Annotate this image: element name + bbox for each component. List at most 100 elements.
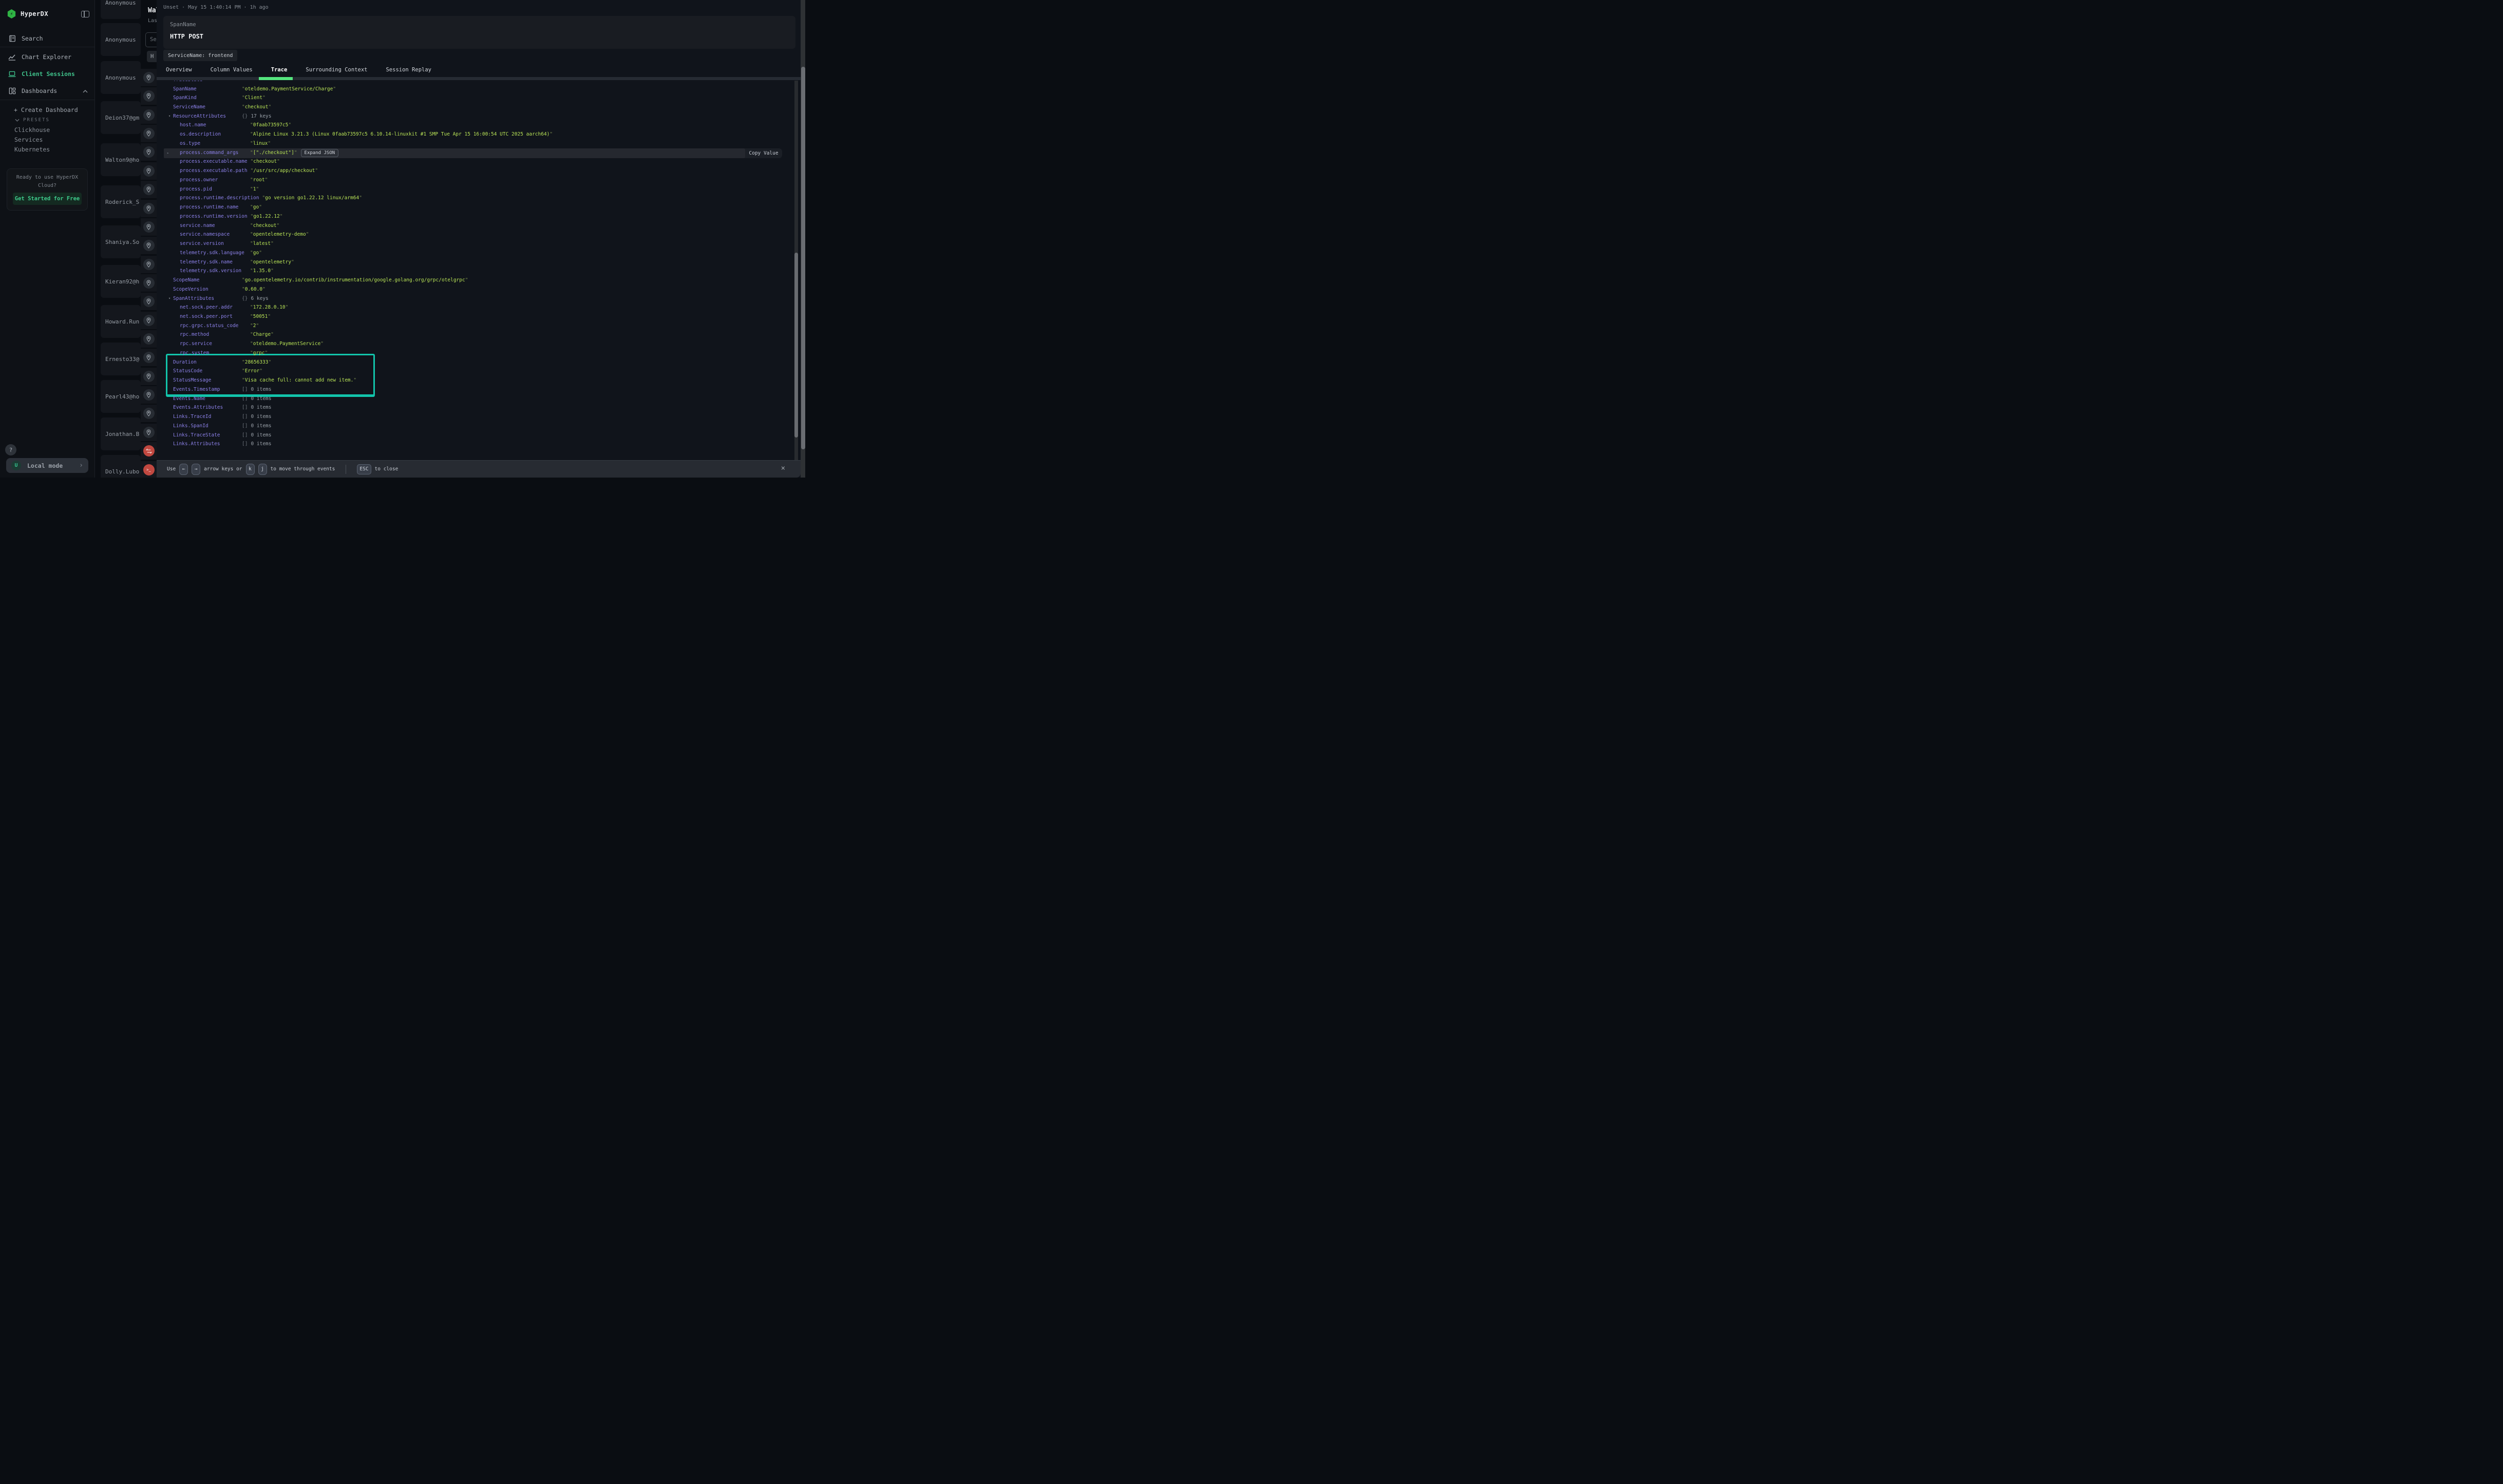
event-marker-cell[interactable] [141, 87, 157, 105]
event-marker-cell[interactable] [141, 274, 157, 292]
session-list-item[interactable]: Kieran92@h [101, 265, 141, 298]
tab-session-replay[interactable]: Session Replay [386, 67, 431, 78]
event-marker-cell[interactable] [141, 330, 157, 348]
event-marker-cell[interactable] [141, 405, 157, 422]
tab-column-values[interactable]: Column Values [211, 67, 253, 78]
sidebar-item-clickhouse[interactable]: Clickhouse [14, 126, 50, 134]
attribute-row[interactable]: service.version"latest" [157, 239, 795, 249]
event-marker-cell[interactable] [141, 386, 157, 404]
table-scrollbar-thumb[interactable] [794, 253, 798, 437]
attribute-row[interactable]: process.runtime.description"go version g… [157, 194, 795, 203]
attribute-row[interactable]: ▸process.command_args"["./checkout"]"Exp… [164, 148, 745, 158]
attribute-row[interactable]: Events.Timestamp[]0 items [157, 385, 795, 394]
sidebar-item-services[interactable]: Services [14, 136, 43, 143]
search-input[interactable]: Sea [145, 32, 157, 47]
event-marker-cell[interactable] [141, 256, 157, 273]
attribute-row[interactable]: process.executable.name"checkout" [157, 157, 795, 166]
close-icon[interactable]: × [781, 464, 785, 472]
session-list-item[interactable]: Ernesto33@ [101, 343, 141, 375]
session-list-item[interactable]: Deion37@gm [101, 101, 141, 134]
attribute-row[interactable]: process.runtime.version"go1.22.12" [157, 212, 795, 221]
attribute-row[interactable]: telemetry.sdk.name"opentelemetry" [157, 258, 795, 267]
attribute-row[interactable]: ▾ResourceAttributes{}17 keys [157, 112, 795, 121]
attribute-row[interactable]: Events.Name[]0 items [157, 394, 795, 404]
sidebar-item-client-sessions[interactable]: Client Sessions [0, 66, 95, 82]
attribute-row[interactable]: rpc.system"grpc" [157, 349, 795, 358]
local-mode-menu[interactable]: U Local mode › [6, 458, 88, 473]
event-marker-cell[interactable] [141, 312, 157, 329]
tab-overview[interactable]: Overview [166, 67, 192, 78]
session-list-item[interactable]: Dolly.Lubo [101, 455, 141, 478]
session-list-item[interactable]: Shaniya.So [101, 225, 141, 258]
attribute-row[interactable]: StatusMessage"Visa cache full: cannot ad… [157, 376, 795, 385]
create-dashboard-button[interactable]: + Create Dashboard [14, 106, 78, 113]
attribute-row[interactable]: Links.Attributes[]0 items [157, 440, 795, 449]
copy-value-button[interactable]: Copy Value [745, 148, 782, 158]
attribute-row[interactable]: ▾SpanAttributes{}6 keys [157, 294, 795, 303]
event-marker-cell[interactable] [141, 237, 157, 254]
attribute-row[interactable]: Events.Attributes[]0 items [157, 403, 795, 412]
attribute-row[interactable]: Links.TraceId[]0 items [157, 412, 795, 422]
attribute-row[interactable]: telemetry.sdk.version"1.35.0" [157, 267, 795, 276]
event-marker-cell[interactable] [141, 69, 157, 86]
event-marker-cell[interactable] [141, 143, 157, 161]
tab-surrounding-context[interactable]: Surrounding Context [306, 67, 367, 78]
sidebar-item-dashboards[interactable]: Dashboards [0, 83, 95, 99]
event-marker-cell[interactable] [141, 368, 157, 385]
attribute-row[interactable]: Links.SpanId[]0 items [157, 422, 795, 431]
attribute-row[interactable]: host.name"0faab73597c5" [157, 121, 795, 130]
attribute-row[interactable]: rpc.method"Charge" [157, 330, 795, 339]
session-list-item[interactable]: Howard.Run [101, 305, 141, 338]
event-marker-cell[interactable]: >_ [141, 461, 157, 478]
event-marker-cell[interactable] [141, 442, 157, 460]
attribute-row[interactable]: ScopeName"go.opentelemetry.io/contrib/in… [157, 276, 795, 285]
attribute-row[interactable]: process.pid"1" [157, 185, 795, 194]
event-marker-cell[interactable] [141, 218, 157, 236]
page-scrollbar-thumb[interactable] [801, 67, 805, 449]
session-list-item[interactable]: Jonathan.B [101, 417, 141, 450]
attribute-row[interactable]: net.sock.peer.port"50051" [157, 312, 795, 321]
attribute-row[interactable]: process.executable.path"/usr/src/app/che… [157, 166, 795, 176]
attribute-row[interactable]: SpanName"oteldemo.PaymentService/Charge" [157, 85, 795, 94]
attribute-row[interactable]: rpc.service"oteldemo.PaymentService" [157, 339, 795, 349]
attribute-row[interactable]: ServiceName"checkout" [157, 103, 795, 112]
event-marker-cell[interactable] [141, 424, 157, 441]
attribute-row[interactable]: rpc.grpc.status_code"2" [157, 321, 795, 331]
event-marker-cell[interactable] [141, 349, 157, 366]
attribute-row[interactable]: service.name"checkout" [157, 221, 795, 231]
event-marker-cell[interactable] [141, 162, 157, 180]
event-marker-cell[interactable] [141, 125, 157, 142]
event-marker-cell[interactable] [141, 200, 157, 217]
attribute-row[interactable]: os.type"linux" [157, 139, 795, 148]
sidebar-item-kubernetes[interactable]: Kubernetes [14, 146, 50, 153]
session-list-item[interactable]: Anonymous [101, 23, 141, 56]
sidebar-item-chart-explorer[interactable]: Chart Explorer [0, 49, 95, 65]
attribute-row[interactable]: service.namespace"opentelemetry-demo" [157, 230, 795, 239]
expand-json-button[interactable]: Expand JSON [301, 149, 339, 157]
sidebar-item-search[interactable]: Search [0, 31, 95, 46]
attribute-row[interactable]: ScopeVersion"0.60.0" [157, 285, 795, 294]
session-list-item[interactable]: Roderick_S [101, 185, 141, 218]
help-button[interactable]: ? [5, 444, 16, 455]
session-list-item[interactable]: Pearl43@ho [101, 380, 141, 413]
attribute-row[interactable]: SpanKind"Client" [157, 93, 795, 103]
service-name-badge[interactable]: ServiceName: frontend [163, 50, 237, 61]
event-marker-cell[interactable] [141, 106, 157, 124]
session-list-item[interactable]: Anonymous [101, 61, 141, 94]
attribute-row[interactable]: net.sock.peer.addr"172.28.0.10" [157, 303, 795, 312]
attribute-row[interactable]: os.description"Alpine Linux 3.21.3 (Linu… [157, 130, 795, 139]
attribute-row[interactable]: Links.TraceState[]0 items [157, 431, 795, 440]
sidebar-collapse-icon[interactable] [81, 11, 89, 17]
get-started-button[interactable]: Get Started for Free [13, 193, 82, 205]
attribute-row[interactable]: telemetry.sdk.language"go" [157, 249, 795, 258]
attribute-row[interactable]: StatusCode"Error" [157, 367, 795, 376]
event-marker-cell[interactable] [141, 181, 157, 198]
filter-button[interactable]: H [147, 51, 157, 62]
session-list-item[interactable]: Walton9@ho [101, 143, 141, 176]
attribute-row[interactable]: Duration"28656333" [157, 358, 795, 367]
tab-trace[interactable]: Trace [271, 67, 288, 78]
session-list-item[interactable]: Anonymous [101, 0, 141, 19]
attribute-row[interactable]: process.runtime.name"go" [157, 203, 795, 212]
event-marker-cell[interactable] [141, 293, 157, 310]
presets-section-header[interactable]: PRESETS [15, 118, 50, 123]
